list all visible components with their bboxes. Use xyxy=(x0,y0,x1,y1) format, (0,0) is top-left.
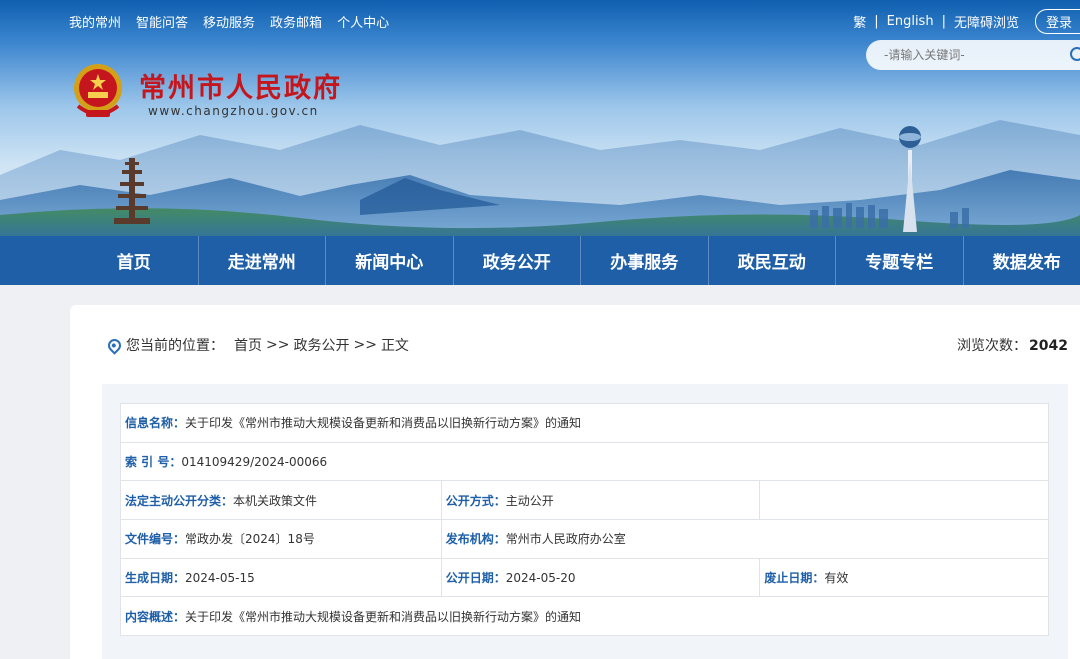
info-summary-value: 关于印发《常州市推动大规模设备更新和消费品以旧换新行动方案》的通知 xyxy=(185,609,582,624)
empty-cell xyxy=(759,480,1049,521)
topnav-my-changzhou[interactable]: 我的常州 xyxy=(69,12,121,31)
view-count: 浏览次数： 2042 xyxy=(957,335,1068,355)
nav-home[interactable]: 首页 xyxy=(70,236,198,285)
info-summary-cell: 内容概述：关于印发《常州市推动大规模设备更新和消费品以旧换新行动方案》的通知 xyxy=(120,596,1049,637)
main-nav: 首页 走进常州 新闻中心 政务公开 办事服务 政民互动 专题专栏 数据发布 xyxy=(0,236,1080,285)
info-gen-date-key: 生成日期： xyxy=(125,571,186,586)
table-row: 法定主动公开分类：本机关政策文件 公开方式：主动公开 xyxy=(120,480,1049,521)
info-expire-key: 废止日期： xyxy=(764,571,825,586)
location-label: 您当前的位置： xyxy=(126,338,224,354)
document-info-panel: 信息名称：关于印发《常州市推动大规模设备更新和消费品以旧换新行动方案》的通知 索… xyxy=(102,384,1068,659)
info-method-key: 公开方式： xyxy=(445,493,506,508)
topnav-gov-mailbox[interactable]: 政务邮箱 xyxy=(270,12,322,31)
info-issuer-key: 发布机构： xyxy=(445,532,506,547)
info-category-key: 法定主动公开分类： xyxy=(125,493,234,508)
document-info-table: 信息名称：关于印发《常州市推动大规模设备更新和消费品以旧换新行动方案》的通知 索… xyxy=(120,403,1050,637)
nav-services[interactable]: 办事服务 xyxy=(580,236,708,285)
table-row: 内容概述：关于印发《常州市推动大规模设备更新和消费品以旧换新行动方案》的通知 xyxy=(120,596,1049,637)
table-row: 文件编号：常政办发〔2024〕18号 发布机构：常州市人民政府办公室 xyxy=(120,519,1050,559)
header-banner: 我的常州 智能问答 移动服务 政务邮箱 个人中心 繁 | English | 无… xyxy=(0,0,1080,236)
info-summary-key: 内容概述： xyxy=(125,609,186,624)
nav-about-changzhou[interactable]: 走进常州 xyxy=(197,236,326,285)
info-docno-cell: 文件编号：常政办发〔2024〕18号 xyxy=(120,519,442,559)
login-button[interactable]: 登录 xyxy=(1034,9,1080,34)
info-method-cell: 公开方式：主动公开 xyxy=(440,480,761,521)
top-right-links: 繁 | English | 无障碍浏览 登录 xyxy=(853,9,1080,34)
info-pub-date-cell: 公开日期：2024-05-20 xyxy=(440,557,761,598)
info-category-cell: 法定主动公开分类：本机关政策文件 xyxy=(120,480,442,521)
english-link[interactable]: English xyxy=(887,14,934,29)
info-docno-value: 常政办发〔2024〕18号 xyxy=(185,532,315,547)
nav-news-center[interactable]: 新闻中心 xyxy=(325,236,453,285)
table-row: 信息名称：关于印发《常州市推动大规模设备更新和消费品以旧换新行动方案》的通知 xyxy=(120,403,1049,443)
search-icon[interactable] xyxy=(1070,47,1080,61)
breadcrumb-gov-affairs[interactable]: 政务公开 xyxy=(293,335,349,355)
info-name-value: 关于印发《常州市推动大规模设备更新和消费品以旧换新行动方案》的通知 xyxy=(185,416,582,431)
info-name-cell: 信息名称：关于印发《常州市推动大规模设备更新和消费品以旧换新行动方案》的通知 xyxy=(120,403,1049,443)
breadcrumb-separator: >> xyxy=(353,337,377,353)
info-expire-cell: 废止日期：有效 xyxy=(759,557,1049,598)
breadcrumb: 您当前的位置： 首页 >> 政务公开 >> 正文 xyxy=(105,335,409,355)
info-docno-key: 文件编号： xyxy=(125,532,186,547)
national-emblem-icon xyxy=(74,64,122,117)
info-name-key: 信息名称： xyxy=(125,416,186,431)
breadcrumb-current: 正文 xyxy=(380,338,409,354)
info-pub-date-value: 2024-05-20 xyxy=(505,571,576,586)
site-title: 常州市人民政府 xyxy=(139,73,342,104)
search-input[interactable] xyxy=(884,48,1054,62)
topnav-mobile-service[interactable]: 移动服务 xyxy=(203,12,255,31)
info-expire-value: 有效 xyxy=(824,571,849,586)
nav-data-release[interactable]: 数据发布 xyxy=(962,236,1080,285)
info-method-value: 主动公开 xyxy=(505,493,554,508)
search-box xyxy=(866,40,1080,70)
skyline-illustration xyxy=(0,120,1080,236)
info-pub-date-key: 公开日期： xyxy=(445,571,506,586)
traditional-chinese-link[interactable]: 繁 xyxy=(853,12,866,31)
info-issuer-value: 常州市人民政府办公室 xyxy=(505,532,626,547)
topnav-personal-center[interactable]: 个人中心 xyxy=(337,12,389,31)
view-count-label: 浏览次数： xyxy=(957,338,1028,354)
site-url: www.changzhou.gov.cn xyxy=(148,104,319,118)
info-issuer-cell: 发布机构：常州市人民政府办公室 xyxy=(440,519,1050,559)
info-category-value: 本机关政策文件 xyxy=(233,493,318,508)
content-card: 您当前的位置： 首页 >> 政务公开 >> 正文 浏览次数： 2042 信息名称：… xyxy=(70,305,1080,659)
topnav-smart-qa[interactable]: 智能问答 xyxy=(136,12,188,31)
info-gen-date-value: 2024-05-15 xyxy=(185,571,255,586)
location-pin-icon xyxy=(105,335,124,355)
divider: | xyxy=(941,14,946,29)
info-index-value: 014109429/2024-00066 xyxy=(181,455,328,470)
info-index-key: 索 引 号： xyxy=(125,455,182,470)
info-index-cell: 索 引 号：014109429/2024-00066 xyxy=(120,441,1049,482)
nav-special-topics[interactable]: 专题专栏 xyxy=(835,236,963,285)
view-count-value: 2042 xyxy=(1029,338,1068,354)
info-gen-date-cell: 生成日期：2024-05-15 xyxy=(120,557,442,598)
table-row: 索 引 号：014109429/2024-00066 xyxy=(120,441,1049,482)
breadcrumb-separator: >> xyxy=(266,337,290,353)
table-row: 生成日期：2024-05-15 公开日期：2024-05-20 废止日期：有效 xyxy=(120,557,1049,598)
divider: | xyxy=(874,14,879,29)
accessible-browse-link[interactable]: 无障碍浏览 xyxy=(954,12,1019,31)
breadcrumb-home[interactable]: 首页 xyxy=(234,335,262,355)
top-utility-nav: 我的常州 智能问答 移动服务 政务邮箱 个人中心 xyxy=(69,12,404,31)
nav-gov-affairs-disclosure[interactable]: 政务公开 xyxy=(452,236,581,285)
nav-interaction[interactable]: 政民互动 xyxy=(707,236,836,285)
